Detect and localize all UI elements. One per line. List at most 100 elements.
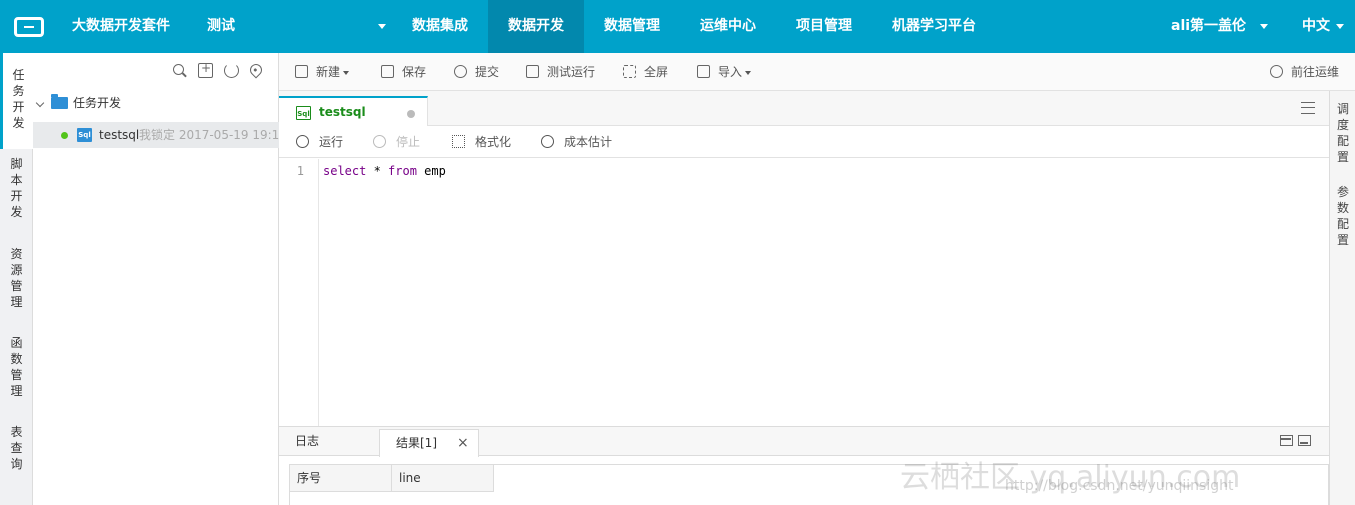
sql-token: emp [416,164,446,178]
test-run-label: 测试运行 [547,65,596,79]
nav-data-integration[interactable]: 数据集成 [412,0,468,53]
tree-item-testsql[interactable]: Sql testsql 我锁定 2017-05-19 19:18: [33,122,279,148]
user-name: ali第一盖伦 [1171,18,1247,34]
sql-file-icon: Sql [296,106,311,120]
goto-ops-label: 前往运维 [1291,65,1340,79]
sql-token: * [366,164,389,178]
sql-keyword: from [388,164,417,178]
unsaved-dot-icon[interactable] [407,110,415,118]
project-dropdown[interactable] [372,0,386,53]
nav-project-management[interactable]: 项目管理 [796,0,852,53]
arrow-right-circle-icon [1270,65,1283,78]
tab-log[interactable]: 日志 [295,427,319,456]
cost-label: 成本估计 [564,135,613,149]
chevron-down-icon[interactable] [35,98,45,108]
folder-add-icon[interactable] [198,61,213,78]
code-line[interactable]: select * from emp [323,164,446,178]
language-menu[interactable]: 中文 [1302,0,1344,53]
column-header[interactable]: 序号 [290,465,392,492]
import-icon [697,65,710,78]
stop-label: 停止 [396,135,421,149]
dollar-icon [541,135,554,148]
fullscreen-label: 全屏 [644,65,669,79]
locate-icon[interactable] [247,61,265,79]
lock-status-text: 我锁定 2017-05-19 19:18: [139,128,279,142]
product-name[interactable]: 大数据开发套件 [72,0,170,53]
new-button[interactable]: 新建 [295,53,350,91]
close-icon[interactable]: × [457,430,469,456]
refresh-icon[interactable] [224,63,239,78]
pause-icon [373,135,386,148]
sql-keyword: select [323,164,367,178]
language-label: 中文 [1302,18,1330,34]
project-name[interactable]: 测试 [207,0,235,53]
format-label: 格式化 [475,135,512,149]
save-button[interactable]: 保存 [381,53,426,91]
tab-result-label: 结果[1] [396,436,437,450]
play-icon [296,135,309,148]
column-header[interactable]: line [392,465,494,492]
sql-file-icon: Sql [77,128,92,142]
new-label: 新建 [316,65,341,79]
right-vertical-tabs: 调度配置 参数配置 [1329,91,1355,505]
vtab-label: 脚本开发 [10,157,23,219]
editor-tab-testsql[interactable]: Sql testsql [279,96,428,127]
import-button[interactable]: 导入 [697,53,752,91]
stop-button[interactable]: 停止 [373,126,420,158]
vtab-table-query[interactable]: 表查询 [0,424,33,472]
tab-result[interactable]: 结果[1] × [379,429,479,457]
vtab-function-mgmt[interactable]: 函数管理 [0,335,33,399]
nav-ops-center[interactable]: 运维中心 [700,0,756,53]
editor-actions: 运行 停止 格式化 成本估计 [279,126,1329,158]
minimize-icon[interactable] [1298,435,1311,446]
chevron-down-icon [378,23,386,29]
folder-open-icon [51,94,68,109]
rtab-label: 参数配置 [1336,185,1349,247]
submit-button[interactable]: 提交 [454,53,499,91]
main-toolbar: 新建 保存 提交 测试运行 全屏 导入 前往运维 [279,53,1355,91]
chevron-down-icon [343,70,350,75]
test-run-button[interactable]: 测试运行 [526,53,595,91]
new-icon [295,65,308,78]
upload-cloud-icon [454,65,467,78]
logo-icon [13,16,44,37]
save-icon [381,65,394,78]
tree-folder-label: 任务开发 [73,96,122,110]
nav-machine-learning[interactable]: 机器学习平台 [892,0,976,53]
rtab-label: 调度配置 [1336,102,1349,164]
task-tree-panel: 任务开发 Sql testsql 我锁定 2017-05-19 19:18: [33,53,279,505]
vtab-script-dev[interactable]: 脚本开发 [0,156,33,220]
user-menu[interactable]: ali第一盖伦 [1171,0,1269,53]
vtab-label: 表查询 [10,425,23,471]
vtab-task-dev[interactable]: 任务开发 [0,53,34,149]
tree-folder-task-dev[interactable]: 任务开发 [33,90,279,116]
search-icon[interactable] [172,63,187,78]
goto-ops-button[interactable]: 前往运维 [1270,53,1339,91]
format-button[interactable]: 格式化 [452,126,511,158]
import-label: 导入 [718,65,743,79]
cost-estimate-button[interactable]: 成本估计 [541,126,612,158]
nav-data-management[interactable]: 数据管理 [604,0,660,53]
save-label: 保存 [402,65,427,79]
rtab-param-config[interactable]: 参数配置 [1330,184,1355,248]
status-dot-icon [61,132,68,139]
vtab-resource-mgmt[interactable]: 资源管理 [0,246,33,310]
tree-toolbar [172,61,265,79]
sql-code-editor[interactable]: select * from emp [323,159,1323,426]
submit-label: 提交 [475,65,500,79]
rtab-schedule-config[interactable]: 调度配置 [1330,101,1355,165]
chevron-down-icon [1260,23,1269,29]
test-run-icon [526,65,539,78]
menu-icon[interactable] [1301,102,1315,114]
restore-icon[interactable] [1280,435,1293,446]
editor-tab-label: testsql [319,105,366,119]
nav-data-development[interactable]: 数据开发 [488,0,584,53]
chevron-down-icon [1336,23,1344,29]
vtab-label: 任务开发 [12,68,25,130]
aliyun-logo[interactable] [0,0,57,53]
tree-item-name: testsql [99,128,140,142]
editor-tab-strip: Sql testsql [279,91,1329,127]
fullscreen-button[interactable]: 全屏 [623,53,668,91]
run-button[interactable]: 运行 [296,126,343,158]
chevron-down-icon [745,70,752,75]
